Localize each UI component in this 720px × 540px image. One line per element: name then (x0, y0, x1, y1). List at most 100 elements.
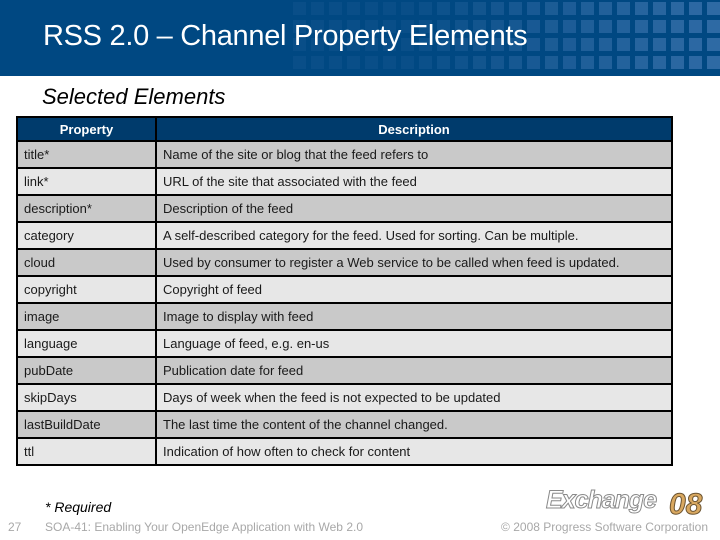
page-number: 27 (8, 520, 22, 534)
decorative-square (635, 20, 648, 33)
decorative-square (329, 2, 342, 15)
property-cell: pubDate (16, 356, 157, 385)
decorative-square (455, 2, 468, 15)
decorative-square (383, 56, 396, 69)
decorative-square (707, 2, 720, 15)
decorative-square (437, 56, 450, 69)
decorative-square (401, 56, 414, 69)
decorative-square (689, 56, 702, 69)
description-cell: Language of feed, e.g. en-us (155, 329, 673, 358)
decorative-square (473, 56, 486, 69)
table-row: lastBuildDate The last time the content o… (16, 410, 673, 439)
property-cell: lastBuildDate (16, 410, 157, 439)
description-cell: URL of the site that associated with the… (155, 167, 673, 196)
footer-copyright: © 2008 Progress Software Corporation (501, 520, 708, 534)
table-row: category A self-described category for th… (16, 221, 673, 250)
decorative-square (599, 2, 612, 15)
decorative-square (311, 2, 324, 15)
decorative-square (635, 38, 648, 51)
table-row: ttl Indication of how often to check for … (16, 437, 673, 466)
exchange-08-logo: Exchange 08 (545, 486, 706, 522)
required-footnote: * Required (45, 499, 112, 515)
decorative-square (527, 56, 540, 69)
decorative-square (671, 56, 684, 69)
decorative-square (563, 20, 576, 33)
table-row: cloud Used by consumer to register a Web … (16, 248, 673, 277)
decorative-square (599, 38, 612, 51)
decorative-square (347, 2, 360, 15)
description-cell: Publication date for feed (155, 356, 673, 385)
decorative-square (563, 38, 576, 51)
description-cell: Description of the feed (155, 194, 673, 223)
table-row: image Image to display with feed (16, 302, 673, 331)
description-cell: The last time the content of the channel… (155, 410, 673, 439)
decorative-square (563, 2, 576, 15)
decorative-square (527, 20, 540, 33)
decorative-square (365, 2, 378, 15)
table-row: description* Description of the feed (16, 194, 673, 223)
decorative-square (365, 56, 378, 69)
slide-title: RSS 2.0 – Channel Property Elements (43, 20, 528, 52)
description-cell: Used by consumer to register a Web servi… (155, 248, 673, 277)
decorative-square (383, 2, 396, 15)
table-row: title* Name of the site or blog that the … (16, 140, 673, 169)
decorative-square (293, 2, 306, 15)
decorative-square (617, 56, 630, 69)
decorative-square (473, 2, 486, 15)
decorative-square (329, 56, 342, 69)
decorative-square (653, 38, 666, 51)
decorative-square (617, 38, 630, 51)
table-row: link* URL of the site that associated wit… (16, 167, 673, 196)
decorative-square (599, 20, 612, 33)
decorative-square (545, 20, 558, 33)
decorative-square (545, 56, 558, 69)
description-cell: Image to display with feed (155, 302, 673, 331)
decorative-square (491, 2, 504, 15)
property-cell: cloud (16, 248, 157, 277)
section-subtitle: Selected Elements (42, 84, 226, 109)
decorative-square (581, 20, 594, 33)
decorative-square (689, 2, 702, 15)
footer-session-title: SOA-41: Enabling Your OpenEdge Applicati… (45, 520, 363, 534)
decorative-square (581, 38, 594, 51)
decorative-square (707, 20, 720, 33)
decorative-square (293, 56, 306, 69)
logo-word: Exchange (545, 486, 657, 515)
decorative-square (545, 38, 558, 51)
property-cell: link* (16, 167, 157, 196)
property-cell: image (16, 302, 157, 331)
decorative-square (527, 38, 540, 51)
decorative-square (599, 56, 612, 69)
property-cell: ttl (16, 437, 157, 466)
decorative-square (689, 38, 702, 51)
decorative-square (653, 2, 666, 15)
slide-header: RSS 2.0 – Channel Property Elements (0, 0, 720, 76)
property-table: Property Description title* Name of the s… (16, 116, 673, 466)
description-cell: Days of week when the feed is not expect… (155, 383, 673, 412)
decorative-square (671, 20, 684, 33)
logo-number: 08 (668, 488, 703, 522)
description-cell: Name of the site or blog that the feed r… (155, 140, 673, 169)
decorative-square (653, 56, 666, 69)
decorative-square (527, 2, 540, 15)
decorative-square (509, 56, 522, 69)
decorative-square (347, 56, 360, 69)
decorative-square (455, 56, 468, 69)
column-header-property: Property (16, 116, 157, 142)
decorative-square (653, 20, 666, 33)
description-cell: Copyright of feed (155, 275, 673, 304)
decorative-square (491, 56, 504, 69)
property-cell: language (16, 329, 157, 358)
property-cell: category (16, 221, 157, 250)
decorative-square (401, 2, 414, 15)
table-row: pubDate Publication date for feed (16, 356, 673, 385)
table-row: copyright Copyright of feed (16, 275, 673, 304)
decorative-square (545, 2, 558, 15)
decorative-square (617, 2, 630, 15)
property-cell: skipDays (16, 383, 157, 412)
table-row: language Language of feed, e.g. en-us (16, 329, 673, 358)
description-cell: Indication of how often to check for con… (155, 437, 673, 466)
decorative-square (671, 38, 684, 51)
decorative-square (617, 20, 630, 33)
property-cell: title* (16, 140, 157, 169)
